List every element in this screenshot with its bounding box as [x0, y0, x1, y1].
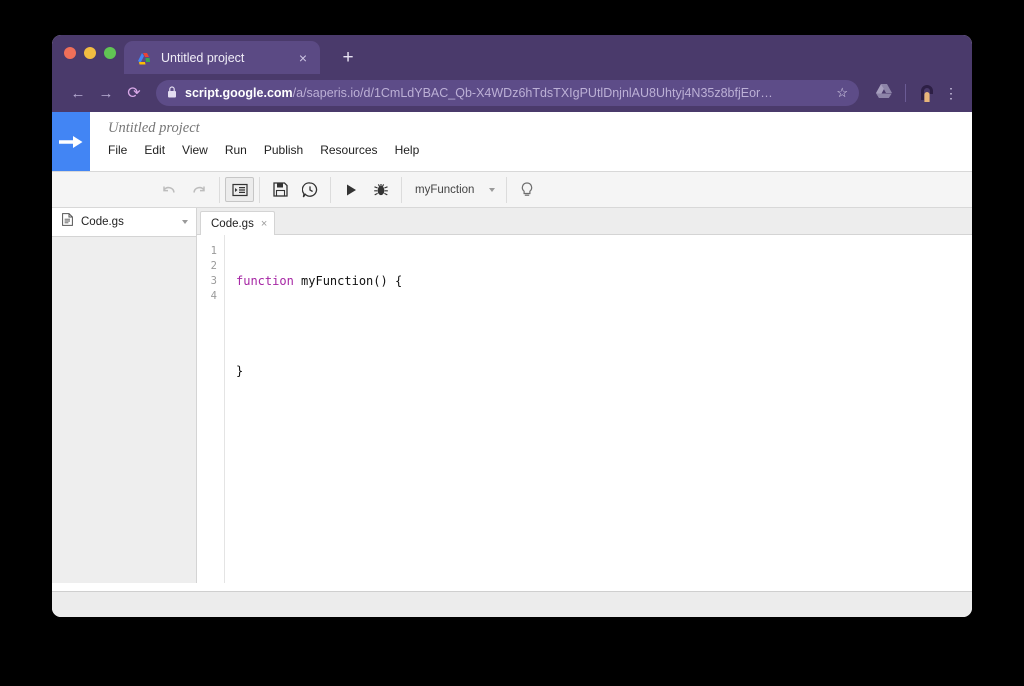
redo-icon[interactable] — [184, 177, 214, 203]
file-icon — [62, 213, 73, 231]
menubar: File Edit View Run Publish Resources Hel… — [108, 143, 419, 157]
app-body: Code.gs Code.gs × 1 2 3 4 function myFun… — [52, 208, 972, 583]
url-host: script.google.com — [185, 86, 293, 100]
url-path: /a/saperis.io/d/1CmLdYBAC_Qb-X4WDz6hTdsT… — [292, 86, 773, 100]
app-toolbar: myFunction — [52, 172, 972, 208]
code-editor[interactable]: 1 2 3 4 function myFunction() { } — [197, 235, 972, 583]
menu-file[interactable]: File — [108, 143, 127, 157]
minimize-window-button[interactable] — [84, 47, 96, 59]
lightbulb-icon[interactable] — [512, 177, 542, 203]
browser-navbar: ← → ⟳ script.google.com/a/saperis.io/d/1… — [52, 74, 972, 112]
file-sidebar: Code.gs — [52, 208, 197, 583]
menu-edit[interactable]: Edit — [144, 143, 165, 157]
line-number: 1 — [210, 245, 217, 257]
editor-tab-label: Code.gs — [211, 217, 254, 230]
menu-help[interactable]: Help — [395, 143, 420, 157]
run-play-icon[interactable] — [336, 177, 366, 203]
menu-publish[interactable]: Publish — [264, 143, 303, 157]
browser-window: Untitled project × + ← → ⟳ script.google… — [52, 35, 972, 617]
toolbar-divider — [330, 176, 331, 203]
debug-bug-icon[interactable] — [366, 177, 396, 203]
apps-script-favicon — [136, 50, 152, 66]
close-icon[interactable]: × — [261, 218, 267, 230]
function-select[interactable]: myFunction — [407, 177, 501, 203]
sidebar-item-code-gs[interactable]: Code.gs — [52, 208, 196, 237]
address-bar-url: script.google.com/a/saperis.io/d/1CmLdYB… — [185, 86, 830, 100]
editor-pane: Code.gs × 1 2 3 4 function myFunction() … — [197, 208, 972, 583]
close-icon[interactable]: × — [295, 51, 311, 65]
close-window-button[interactable] — [64, 47, 76, 59]
address-bar[interactable]: script.google.com/a/saperis.io/d/1CmLdYB… — [156, 80, 859, 106]
browser-tabstrip: Untitled project × + — [52, 35, 972, 74]
browser-tab[interactable]: Untitled project × — [124, 41, 320, 74]
dropdown-caret-icon[interactable] — [182, 220, 188, 224]
apps-script-arrow-logo — [52, 112, 90, 171]
menu-view[interactable]: View — [182, 143, 208, 157]
version-history-icon[interactable] — [295, 177, 325, 203]
toolbar-divider — [219, 176, 220, 203]
reload-icon[interactable]: ⟳ — [120, 79, 148, 107]
toolbar-divider — [506, 176, 507, 203]
editor-tab-code-gs[interactable]: Code.gs × — [200, 211, 276, 235]
toolbar-divider — [259, 176, 260, 203]
google-drive-icon[interactable] — [875, 83, 893, 104]
line-number-gutter: 1 2 3 4 — [197, 235, 225, 583]
window-controls — [64, 47, 116, 59]
menu-run[interactable]: Run — [225, 143, 247, 157]
app-header: Untitled project File Edit View Run Publ… — [52, 112, 972, 172]
new-tab-button[interactable]: + — [338, 48, 358, 67]
toolbar-divider — [905, 84, 906, 102]
undo-icon[interactable] — [154, 177, 184, 203]
code-keyword: function — [236, 274, 294, 288]
back-icon[interactable]: ← — [64, 79, 92, 107]
editor-bottom-gap — [52, 583, 972, 591]
code-line-1: function myFunction() { — [236, 274, 972, 289]
editor-tabbar: Code.gs × — [197, 208, 972, 235]
bookmark-star-icon[interactable]: ☆ — [836, 85, 848, 101]
function-select-value: myFunction — [415, 183, 475, 196]
sidebar-item-label: Code.gs — [81, 216, 124, 228]
save-floppy-icon[interactable] — [265, 177, 295, 203]
maximize-window-button[interactable] — [104, 47, 116, 59]
line-number: 4 — [210, 290, 217, 302]
code-line-1-rest: myFunction() { — [293, 274, 403, 288]
page-title[interactable]: Untitled project — [108, 120, 419, 137]
line-number: 3 — [210, 275, 217, 287]
toolbar-divider — [401, 176, 402, 203]
code-content[interactable]: function myFunction() { } — [225, 235, 972, 583]
avatar[interactable] — [916, 82, 938, 104]
indent-icon[interactable] — [225, 177, 254, 202]
app-header-text: Untitled project File Edit View Run Publ… — [90, 112, 419, 171]
browser-menu-icon[interactable]: ⋮ — [942, 86, 960, 100]
menu-resources[interactable]: Resources — [320, 143, 377, 157]
code-line-3: } — [236, 364, 244, 378]
forward-icon[interactable]: → — [92, 79, 120, 107]
lock-icon — [167, 85, 177, 101]
line-number: 2 — [210, 260, 217, 272]
status-bar — [52, 591, 972, 617]
chevron-down-icon — [489, 187, 495, 192]
browser-tab-title: Untitled project — [161, 50, 245, 65]
